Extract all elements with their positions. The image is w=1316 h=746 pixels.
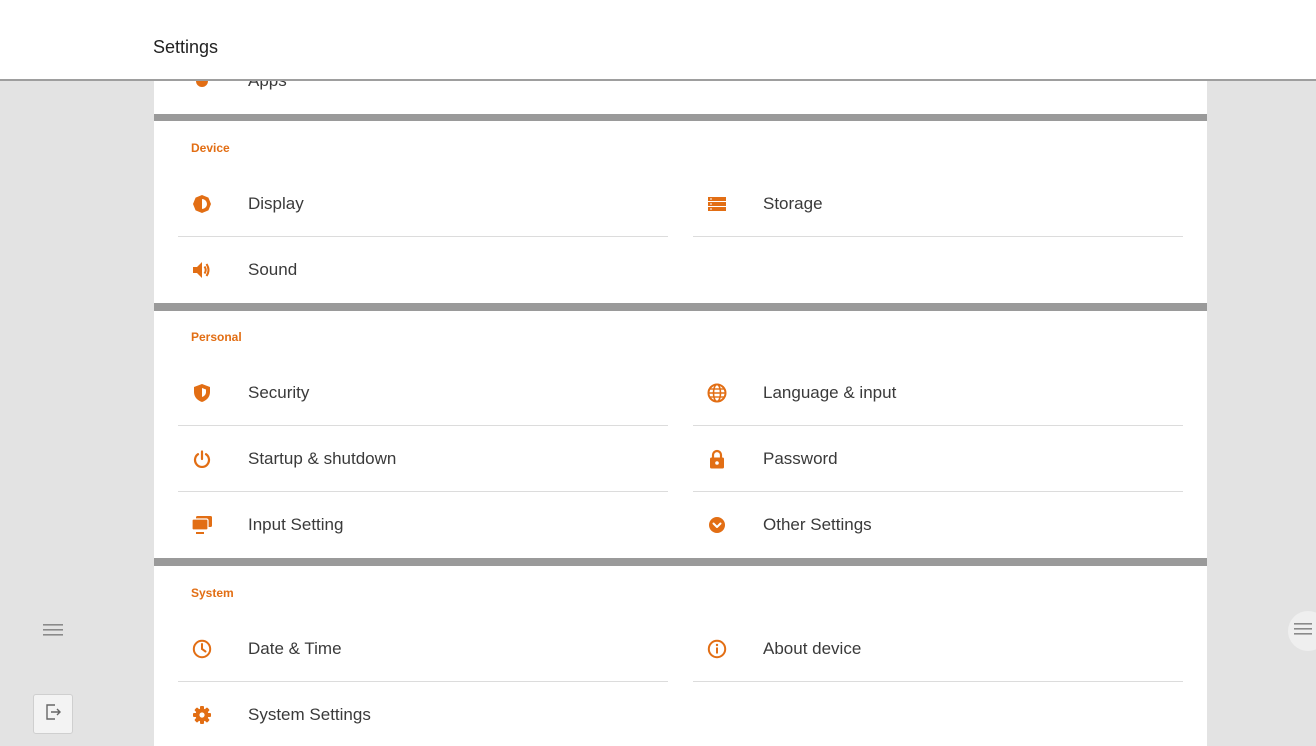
monitor-icon [190, 513, 214, 537]
section-separator [154, 558, 1207, 566]
settings-item-label: Password [763, 449, 838, 468]
settings-item-label: Sound [248, 260, 298, 279]
menu-button-right[interactable] [1288, 611, 1316, 651]
globe-icon [705, 381, 729, 405]
app-bar: Settings [0, 0, 1316, 81]
row-divider [693, 681, 1183, 682]
power-icon [190, 447, 214, 471]
exit-icon [44, 703, 62, 726]
row-divider [693, 236, 1183, 237]
section-header-personal: Personal [191, 330, 242, 344]
settings-item-label: Display [248, 194, 304, 213]
hamburger-icon [43, 623, 63, 641]
section-separator [154, 114, 1207, 121]
apps-card: Apps [154, 81, 1207, 114]
settings-item-password[interactable]: Password [693, 426, 1183, 492]
info-icon [705, 637, 729, 661]
lock-icon [705, 447, 729, 471]
settings-item-date-time[interactable]: Date & Time [178, 616, 668, 682]
exit-button[interactable] [33, 694, 73, 734]
settings-item-language-input[interactable]: Language & input [693, 360, 1183, 426]
settings-item-apps[interactable]: Apps [178, 81, 668, 114]
settings-item-security[interactable]: Security [178, 360, 668, 426]
settings-item-sound[interactable]: Sound [178, 237, 668, 303]
chevron-circle-icon [705, 513, 729, 537]
section-header-device: Device [191, 141, 230, 155]
system-section: System Date & Time About device System S… [154, 566, 1207, 746]
hamburger-icon [1294, 622, 1312, 640]
gear-icon [190, 703, 214, 727]
storage-icon [705, 192, 729, 216]
settings-item-label: Startup & shutdown [248, 449, 397, 468]
settings-item-label: Language & input [763, 383, 897, 402]
settings-content: Apps Device Display [154, 81, 1207, 746]
settings-item-startup-shutdown[interactable]: Startup & shutdown [178, 426, 668, 492]
settings-item-label: Storage [763, 194, 823, 213]
settings-item-display[interactable]: Display [178, 171, 668, 237]
shield-icon [190, 381, 214, 405]
settings-item-other-settings[interactable]: Other Settings [693, 492, 1183, 558]
clock-icon [190, 637, 214, 661]
settings-item-label: About device [763, 639, 862, 658]
brightness-icon [190, 192, 214, 216]
settings-item-system-settings[interactable]: System Settings [178, 682, 668, 746]
page-title: Settings [153, 37, 219, 57]
apps-icon [190, 81, 214, 93]
settings-item-label: System Settings [248, 705, 371, 724]
menu-button-left[interactable] [38, 622, 68, 642]
settings-item-input-setting[interactable]: Input Setting [178, 492, 668, 558]
section-separator [154, 303, 1207, 311]
section-header-system: System [191, 586, 234, 600]
device-section: Device Display Storage Sound [154, 121, 1207, 303]
settings-item-label: Other Settings [763, 515, 872, 534]
settings-item-storage[interactable]: Storage [693, 171, 1183, 237]
settings-item-about-device[interactable]: About device [693, 616, 1183, 682]
speaker-icon [190, 258, 214, 282]
settings-item-label: Date & Time [248, 639, 342, 658]
settings-item-label: Apps [248, 81, 287, 91]
settings-item-label: Security [248, 383, 310, 402]
personal-section: Personal Security Language & input Start… [154, 311, 1207, 558]
settings-item-label: Input Setting [248, 515, 344, 534]
